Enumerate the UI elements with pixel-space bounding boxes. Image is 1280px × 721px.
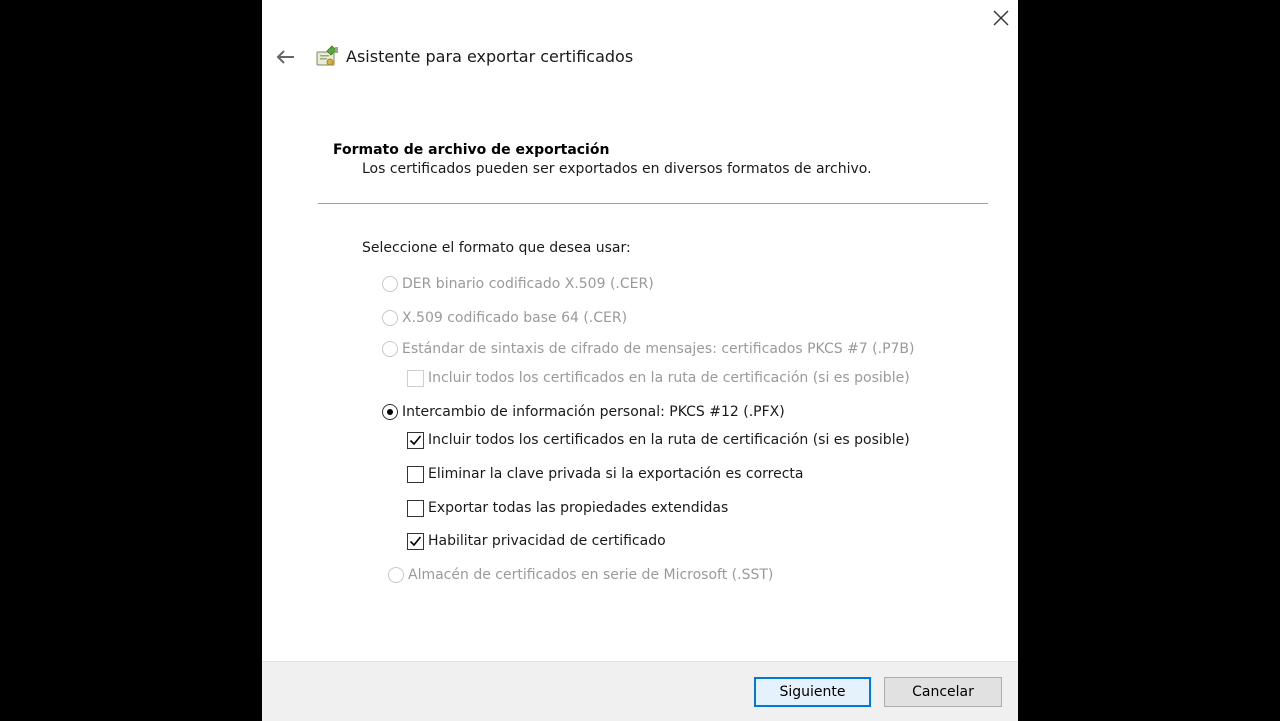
checkbox-pfx-include-option[interactable]: Incluir todos los certificados en la rut… bbox=[407, 430, 910, 450]
checkbox-export-props[interactable] bbox=[407, 499, 424, 517]
next-button[interactable]: Siguiente bbox=[754, 677, 871, 707]
radio-pfx[interactable] bbox=[382, 404, 398, 420]
radio-sst-option[interactable]: Almacén de certificados en serie de Micr… bbox=[388, 565, 773, 585]
checkbox-pkcs7-include[interactable] bbox=[407, 369, 424, 387]
radio-base64[interactable] bbox=[382, 310, 398, 326]
checkbox-privacy[interactable] bbox=[407, 532, 424, 550]
back-arrow-icon bbox=[276, 50, 294, 64]
checkbox-privacy-option[interactable]: Habilitar privacidad de certificado bbox=[407, 531, 666, 551]
radio-pfx-label: Intercambio de información personal: PKC… bbox=[402, 404, 785, 420]
header-separator bbox=[318, 203, 988, 204]
checkmark-icon bbox=[409, 535, 422, 546]
page-description: Los certificados pueden ser exportados e… bbox=[362, 161, 872, 177]
cancel-button[interactable]: Cancelar bbox=[884, 677, 1002, 707]
checkbox-pfx-include[interactable] bbox=[407, 431, 424, 449]
checkbox-export-props-option[interactable]: Exportar todas las propiedades extendida… bbox=[407, 498, 728, 518]
back-button[interactable] bbox=[272, 44, 298, 70]
checkbox-export-props-label: Exportar todas las propiedades extendida… bbox=[428, 500, 729, 516]
radio-base64-label: X.509 codificado base 64 (.CER) bbox=[402, 310, 628, 326]
close-icon bbox=[993, 10, 1009, 26]
radio-base64-option[interactable]: X.509 codificado base 64 (.CER) bbox=[382, 308, 627, 328]
checkbox-delete-key[interactable] bbox=[407, 465, 424, 483]
close-button[interactable] bbox=[984, 4, 1018, 32]
checkbox-delete-key-label: Eliminar la clave privada si la exportac… bbox=[428, 466, 804, 482]
checkbox-delete-key-option[interactable]: Eliminar la clave privada si la exportac… bbox=[407, 464, 803, 484]
radio-pkcs7-label: Estándar de sintaxis de cifrado de mensa… bbox=[402, 341, 915, 357]
dialog-footer: Siguiente Cancelar bbox=[262, 661, 1018, 721]
radio-sst[interactable] bbox=[388, 567, 404, 583]
format-prompt: Seleccione el formato que desea usar: bbox=[362, 240, 631, 256]
checkbox-privacy-label: Habilitar privacidad de certificado bbox=[428, 533, 666, 549]
export-wizard-dialog: Asistente para exportar certificados For… bbox=[262, 0, 1018, 721]
radio-sst-label: Almacén de certificados en serie de Micr… bbox=[408, 567, 774, 583]
radio-pkcs7[interactable] bbox=[382, 341, 398, 357]
radio-der-option[interactable]: DER binario codificado X.509 (.CER) bbox=[382, 274, 654, 294]
checkbox-pkcs7-include-option[interactable]: Incluir todos los certificados en la rut… bbox=[407, 368, 910, 388]
checkbox-pfx-include-label: Incluir todos los certificados en la rut… bbox=[428, 432, 910, 448]
checkmark-icon bbox=[409, 434, 422, 445]
page-heading: Formato de archivo de exportación bbox=[333, 142, 610, 158]
radio-pkcs7-option[interactable]: Estándar de sintaxis de cifrado de mensa… bbox=[382, 339, 914, 359]
radio-der[interactable] bbox=[382, 276, 398, 292]
radio-der-label: DER binario codificado X.509 (.CER) bbox=[402, 276, 654, 292]
checkbox-pkcs7-include-label: Incluir todos los certificados en la rut… bbox=[428, 370, 910, 386]
wizard-title: Asistente para exportar certificados bbox=[346, 47, 634, 66]
certificate-wizard-icon bbox=[316, 45, 338, 66]
radio-pfx-option[interactable]: Intercambio de información personal: PKC… bbox=[382, 402, 785, 422]
